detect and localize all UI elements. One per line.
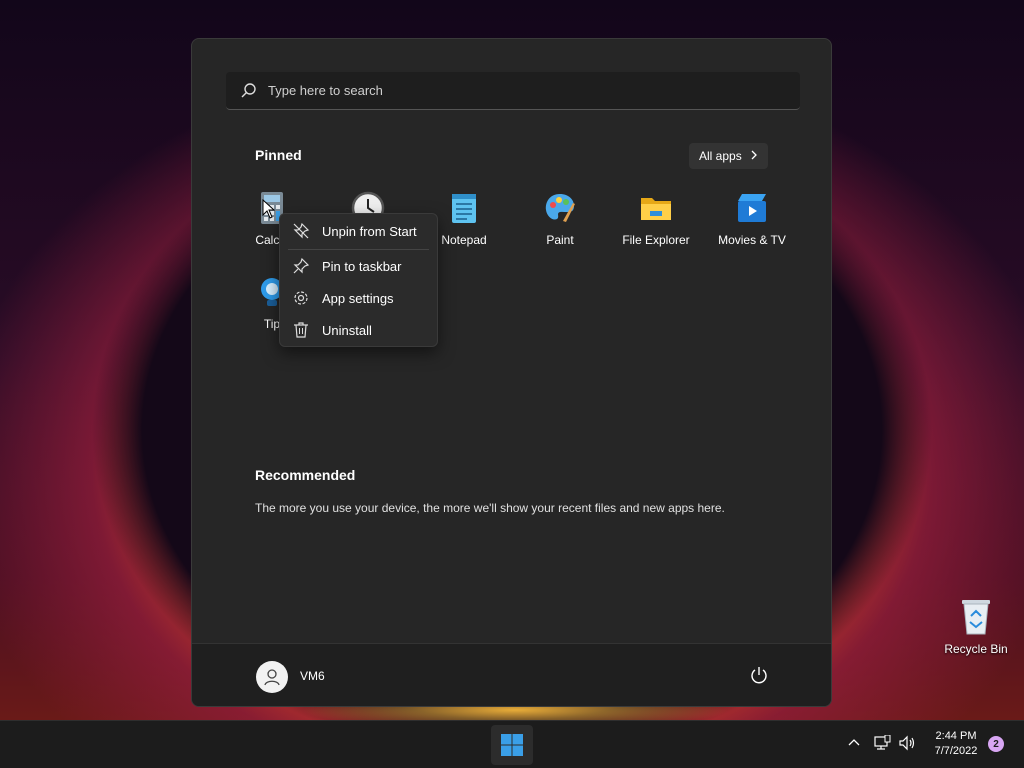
recommended-title: Recommended bbox=[255, 467, 356, 483]
clock-date: 7/7/2022 bbox=[934, 745, 978, 757]
all-apps-button[interactable]: All apps bbox=[689, 143, 768, 169]
folder-icon bbox=[639, 191, 673, 225]
paint-icon bbox=[543, 191, 577, 225]
start-menu: Type here to search Pinned All apps Calc… bbox=[191, 38, 832, 707]
menu-item-pin-to-taskbar[interactable]: Pin to taskbar bbox=[280, 252, 437, 280]
user-icon bbox=[264, 669, 280, 686]
app-label: Movies & TV bbox=[718, 233, 786, 247]
clock-button[interactable]: 2:44 PM 7/7/2022 bbox=[926, 729, 986, 759]
notepad-icon bbox=[447, 191, 481, 225]
user-name[interactable]: VM6 bbox=[300, 669, 325, 683]
notification-badge[interactable]: 2 bbox=[988, 736, 1004, 752]
search-box[interactable]: Type here to search bbox=[226, 72, 800, 110]
recommended-message: The more you use your device, the more w… bbox=[255, 501, 725, 515]
pin-icon bbox=[292, 257, 310, 275]
menu-item-label: Uninstall bbox=[322, 322, 372, 338]
pinned-app-paint[interactable]: Paint bbox=[515, 191, 605, 247]
mouse-cursor-icon bbox=[262, 198, 276, 224]
menu-separator bbox=[288, 249, 429, 250]
movies-icon bbox=[735, 191, 769, 225]
app-label: Tip bbox=[263, 317, 281, 331]
app-label: Notepad bbox=[441, 233, 487, 247]
app-label: Paint bbox=[546, 233, 574, 247]
menu-item-label: App settings bbox=[322, 290, 394, 306]
speaker-icon bbox=[899, 735, 915, 751]
volume-button[interactable] bbox=[898, 735, 916, 756]
recycle-bin-shortcut[interactable]: Recycle Bin bbox=[940, 596, 1012, 656]
gear-icon bbox=[292, 289, 310, 307]
show-hidden-icons-button[interactable] bbox=[846, 735, 862, 756]
chevron-up-icon bbox=[848, 739, 860, 746]
windows-logo-icon bbox=[501, 734, 523, 756]
clock-time: 2:44 PM bbox=[935, 730, 977, 742]
menu-item-unpin-from-start[interactable]: Unpin from Start bbox=[280, 217, 437, 245]
chevron-right-icon bbox=[750, 149, 758, 163]
context-menu: Unpin from Start Pin to taskbar App sett… bbox=[279, 213, 438, 347]
power-icon bbox=[751, 667, 767, 684]
pinned-app-file-explorer[interactable]: File Explorer bbox=[611, 191, 701, 247]
menu-item-app-settings[interactable]: App settings bbox=[280, 284, 437, 312]
taskbar: 2:44 PM 7/7/2022 2 bbox=[0, 720, 1024, 768]
all-apps-label: All apps bbox=[699, 149, 742, 163]
search-icon bbox=[240, 82, 258, 100]
menu-item-label: Pin to taskbar bbox=[322, 258, 402, 274]
start-footer: VM6 bbox=[192, 643, 831, 706]
user-avatar[interactable] bbox=[256, 661, 288, 693]
recycle-bin-icon bbox=[959, 596, 993, 636]
network-icon bbox=[874, 734, 891, 750]
menu-item-label: Unpin from Start bbox=[322, 223, 417, 239]
power-button[interactable] bbox=[749, 665, 769, 685]
network-button[interactable] bbox=[873, 734, 891, 756]
pinned-title: Pinned bbox=[255, 147, 302, 163]
menu-item-uninstall[interactable]: Uninstall bbox=[280, 316, 437, 344]
pinned-app-movies-tv[interactable]: Movies & TV bbox=[707, 191, 797, 247]
recycle-bin-label: Recycle Bin bbox=[944, 642, 1008, 656]
unpin-icon bbox=[292, 222, 310, 240]
trash-icon bbox=[292, 321, 310, 339]
search-placeholder: Type here to search bbox=[268, 83, 383, 98]
start-button[interactable] bbox=[491, 725, 533, 765]
app-label: File Explorer bbox=[622, 233, 690, 247]
